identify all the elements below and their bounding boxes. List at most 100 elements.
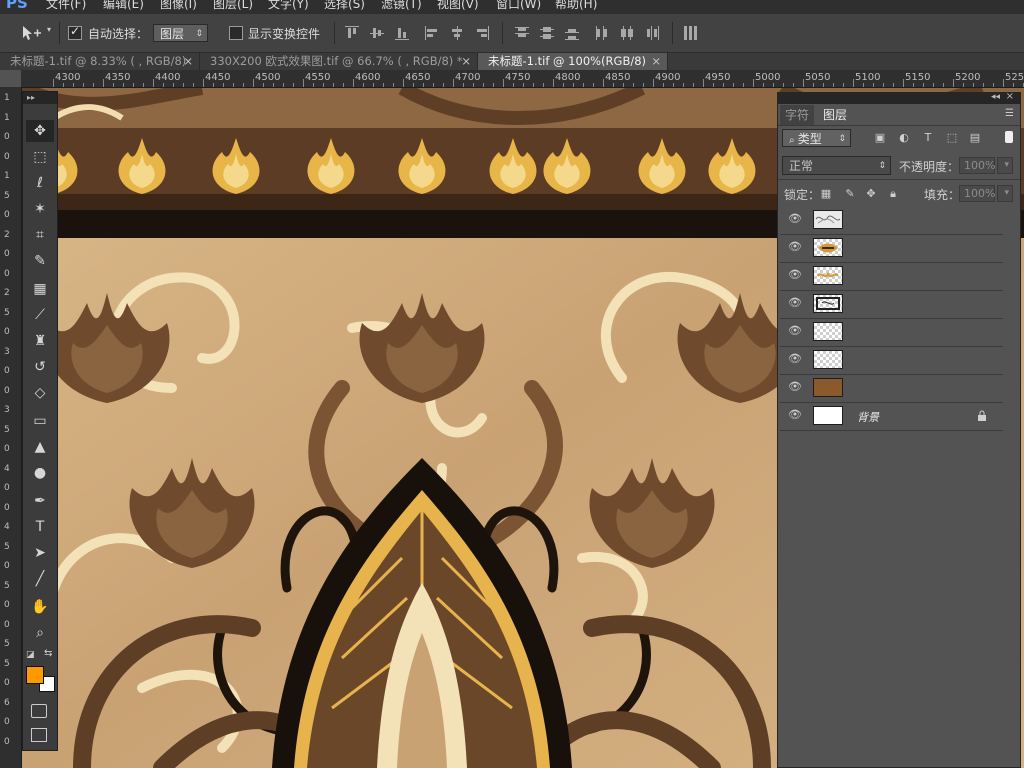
screen-mode-icon[interactable] [31,728,47,742]
eye-icon[interactable]: 👁︎ [788,240,802,253]
layer-row[interactable]: 👁︎ [780,207,1003,235]
dodge-icon[interactable]: ● [26,462,54,484]
close-icon[interactable]: × [1006,91,1014,102]
tab-layers[interactable]: 图层 [818,105,853,125]
pen-icon[interactable]: ✒ [26,490,54,512]
healing-brush-icon[interactable]: ▦ [26,278,54,300]
move-icon[interactable]: ✥ [26,120,54,142]
opacity-input[interactable]: 100% [959,157,995,174]
filter-shape-icon[interactable]: ⬚ [945,131,959,145]
blend-mode-dropdown[interactable]: 正常 ⇕ [782,156,891,175]
path-selection-icon[interactable]: ➤ [26,542,54,564]
filter-pixel-icon[interactable]: ▣ [873,131,887,145]
menu-filter[interactable]: 滤镜(T) [381,0,422,12]
menu-image[interactable]: 图像(I) [160,0,197,12]
move-tool-preset-icon[interactable] [20,24,42,42]
tab-character[interactable]: 字符 [780,105,815,125]
distribute-top-icon[interactable] [515,26,529,40]
align-top-icon[interactable] [345,26,359,40]
menu-window[interactable]: 窗口(W) [496,0,541,12]
magic-wand-icon[interactable]: ✶ [26,198,54,220]
align-bottom-icon[interactable] [395,26,409,40]
lock-position-icon[interactable]: ✥ [864,187,878,201]
menu-type[interactable]: 文字(Y) [268,0,309,12]
eraser-icon[interactable]: ◇ [26,382,54,404]
toolbox-header[interactable]: ▸▸ [23,92,57,104]
filter-type-icon[interactable]: T [921,131,935,145]
close-icon[interactable]: × [183,53,193,70]
show-transform-checkbox[interactable] [229,26,243,40]
blur-icon[interactable]: ▲ [26,436,54,458]
collapse-icon[interactable]: ◂◂ [991,92,1000,102]
align-right-icon[interactable] [475,26,489,40]
filter-adjustment-icon[interactable]: ◐ [897,131,911,145]
default-colors-icon[interactable]: ◪ [26,650,35,660]
layer-row[interactable]: 👁︎ [780,235,1003,263]
fill-input[interactable]: 100% [959,185,995,202]
tab-document-2[interactable]: 330X200 欧式效果图.tif @ 66.7% ( , RGB/8) * × [200,53,478,70]
layer-row[interactable]: 👁︎ 背景 [780,403,1003,431]
layer-row[interactable]: 👁︎ [780,291,1003,319]
distribute-right-icon[interactable] [645,26,659,40]
eye-icon[interactable]: 👁︎ [788,352,802,365]
filter-toggle-icon[interactable] [1005,131,1013,143]
eye-icon[interactable]: 👁︎ [788,268,802,281]
filter-smartobject-icon[interactable]: ▤ [968,131,982,145]
history-brush-icon[interactable]: ↺ [26,356,54,378]
eyedropper-icon[interactable]: ✎ [26,250,54,272]
tab-document-3[interactable]: 未标题-1.tif @ 100%(RGB/8) × [478,53,668,70]
eye-icon[interactable]: 👁︎ [788,408,802,421]
menu-select[interactable]: 选择(S) [324,0,365,12]
eye-icon[interactable]: 👁︎ [788,380,802,393]
tab-document-1[interactable]: 未标题-1.tif @ 8.33% ( , RGB/8) × [0,53,200,70]
layer-row[interactable]: 👁︎ [780,347,1003,375]
crop-icon[interactable]: ⌗ [26,224,54,246]
hand-icon[interactable]: ✋ [26,596,54,618]
menu-edit[interactable]: 编辑(E) [103,0,144,12]
menu-layer[interactable]: 图层(L) [213,0,253,12]
auto-select-dropdown[interactable]: 图层 ⇕ [153,24,208,42]
ruler-label: 4 [4,522,10,532]
eye-icon[interactable]: 👁︎ [788,324,802,337]
layer-row[interactable]: 👁︎ [780,375,1003,403]
close-icon[interactable]: × [651,53,661,70]
lock-all-icon[interactable]: 🔒︎ [886,187,900,201]
clone-stamp-icon[interactable]: ♜ [26,330,54,352]
foreground-color-swatch[interactable] [26,666,44,684]
rect-marquee-icon[interactable]: ⬚ [26,146,54,168]
menu-help[interactable]: 帮助(H) [555,0,597,12]
type-icon[interactable]: T [26,516,54,538]
gradient-icon[interactable]: ▭ [26,410,54,432]
eye-icon[interactable]: 👁︎ [788,212,802,225]
lock-pixels-icon[interactable]: ✎ [843,187,857,201]
line-icon[interactable]: ╱ [26,568,54,590]
swap-colors-icon[interactable]: ⇆ [44,648,52,659]
layer-row[interactable]: 👁︎ [780,319,1003,347]
eye-icon[interactable]: 👁︎ [788,296,802,309]
distribute-left-icon[interactable] [595,26,609,40]
auto-select-checkbox[interactable] [68,24,82,40]
zoom-icon[interactable]: ⌕ [26,622,54,644]
kind-filter-dropdown[interactable]: ⌕ 类型 ⇕ [782,129,851,147]
align-left-icon[interactable] [425,26,439,40]
distribute-bottom-icon[interactable] [565,26,579,40]
fill-dropdown[interactable]: ▾ [997,185,1013,202]
close-icon[interactable]: × [461,53,471,70]
menu-file[interactable]: 文件(F) [46,0,86,12]
panel-header-bar[interactable] [778,93,1020,104]
brush-icon[interactable]: ⟋ [26,304,54,326]
quick-mask-icon[interactable] [31,704,47,718]
panel-menu-icon[interactable]: ☰ [1005,108,1014,119]
menu-view[interactable]: 视图(V) [437,0,479,12]
lasso-icon[interactable]: ℓ [26,172,54,194]
tool-preset-arrow-icon[interactable]: ▾ [47,25,51,34]
opacity-dropdown[interactable]: ▾ [997,157,1013,174]
auto-align-icon[interactable] [684,26,698,40]
lock-transparent-icon[interactable]: ▦ [819,187,833,201]
distribute-hcenter-icon[interactable] [620,26,634,40]
layer-row[interactable]: 👁︎ [780,263,1003,291]
align-vcenter-icon[interactable] [370,26,384,40]
align-hcenter-icon[interactable] [450,26,464,40]
distribute-vcenter-icon[interactable] [540,26,554,40]
ruler-tick [263,83,264,87]
